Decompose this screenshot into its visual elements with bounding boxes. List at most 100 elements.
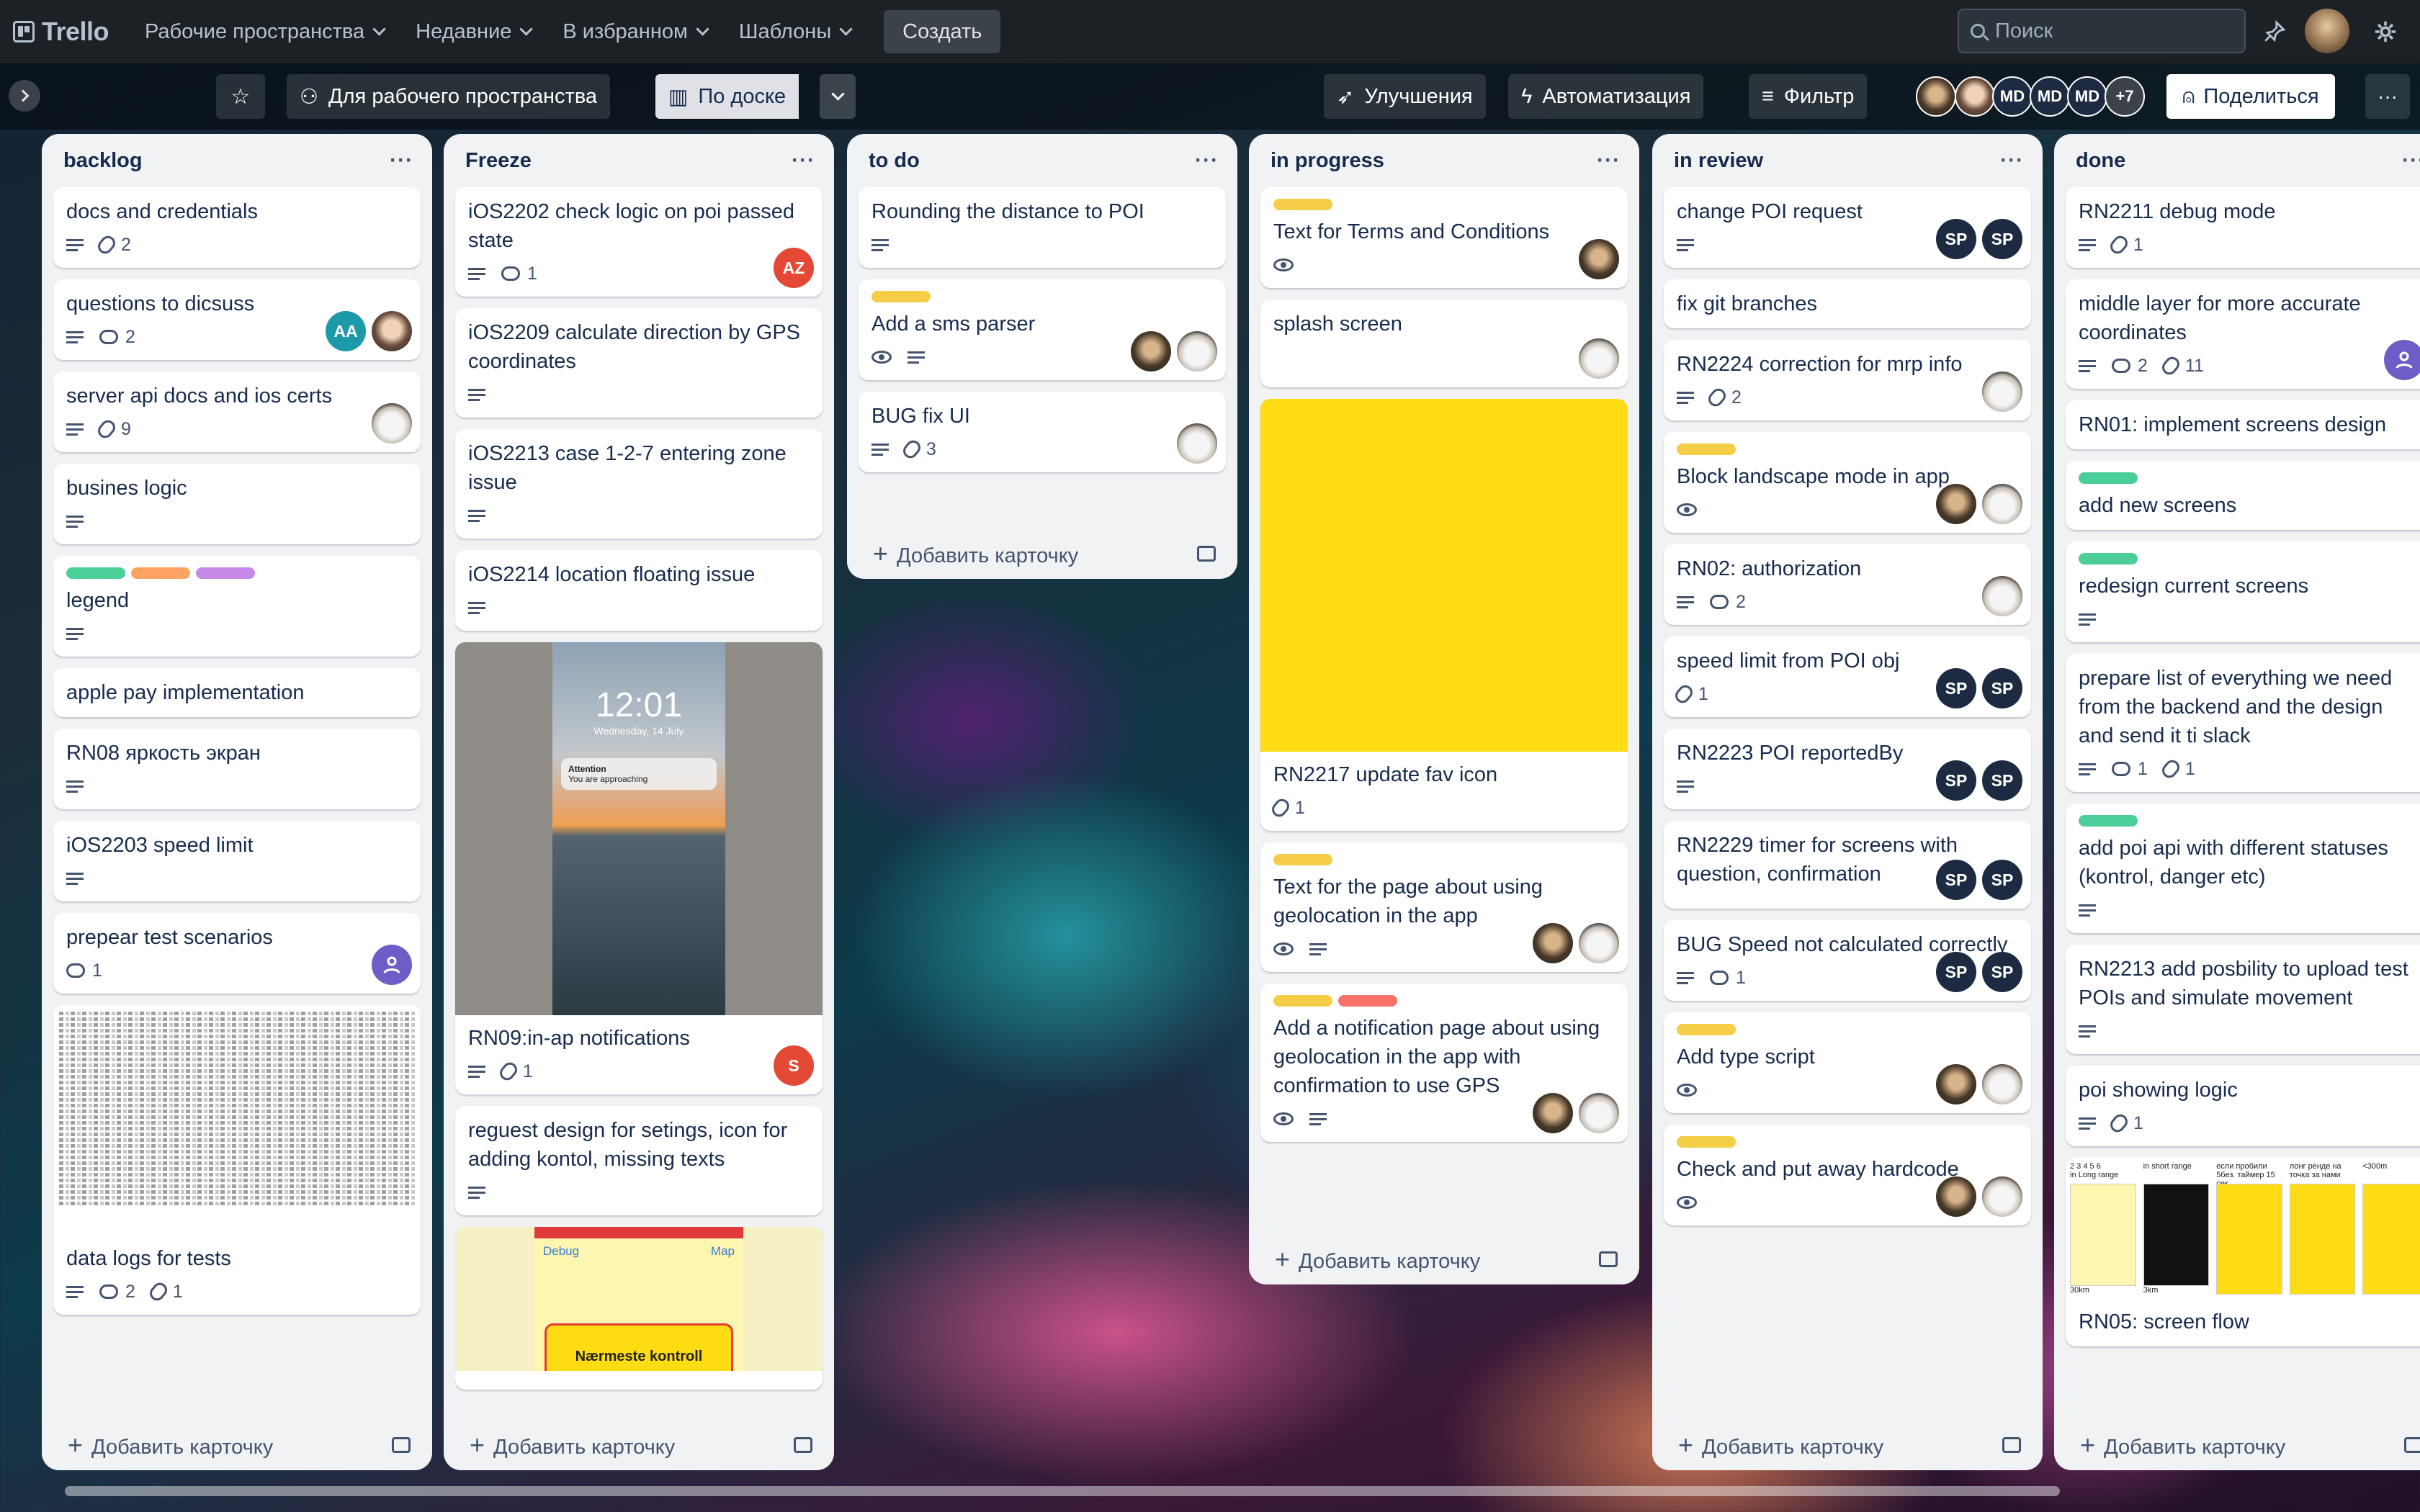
- card[interactable]: server api docs and ios certs 9: [53, 372, 421, 452]
- card[interactable]: iOS2203 speed limit: [53, 821, 421, 901]
- list-title[interactable]: done: [2076, 149, 2125, 173]
- settings-gear-icon[interactable]: [2370, 16, 2401, 48]
- card[interactable]: Block landscape mode in app: [1664, 432, 2031, 533]
- card[interactable]: busines logic: [53, 464, 421, 544]
- member-avatar[interactable]: [372, 403, 412, 444]
- horizontal-scrollbar[interactable]: [65, 1486, 2060, 1496]
- card[interactable]: RN2213 add posbility to upload test POIs…: [2066, 945, 2420, 1054]
- add-card-button[interactable]: + Добавить карточку: [42, 1420, 432, 1470]
- member-avatar[interactable]: [1936, 1176, 1976, 1217]
- list-title[interactable]: Freeze: [465, 149, 532, 173]
- card[interactable]: Check and put away hardcode: [1664, 1125, 2031, 1225]
- card-template-icon[interactable]: [392, 1437, 411, 1453]
- card[interactable]: prepare list of everything we need from …: [2066, 654, 2420, 792]
- trello-logo[interactable]: Trello: [13, 17, 109, 47]
- member-avatar[interactable]: [1982, 1176, 2022, 1217]
- label-purple[interactable]: [196, 567, 255, 579]
- card[interactable]: iOS2202 check logic on poi passed state 1…: [455, 187, 823, 297]
- label-green[interactable]: [2079, 553, 2138, 564]
- card[interactable]: add new screens: [2066, 461, 2420, 530]
- card[interactable]: docs and credentials 2: [53, 187, 421, 268]
- card[interactable]: Add a notification page about using geol…: [1260, 984, 1628, 1142]
- card[interactable]: fix git branches: [1664, 279, 2031, 328]
- card[interactable]: prepear test scenarios 1: [53, 913, 421, 994]
- card[interactable]: RN2229 timer for screens with question, …: [1664, 821, 2031, 909]
- card[interactable]: RN01: implement screens design: [2066, 400, 2420, 449]
- view-switcher-dropdown[interactable]: [820, 74, 856, 119]
- card[interactable]: RN02: authorization 2: [1664, 544, 2031, 625]
- card[interactable]: questions to dicsuss 2 AA: [53, 279, 421, 360]
- members-more-count[interactable]: +7: [2105, 76, 2145, 117]
- workspace-visibility-button[interactable]: ⚇ Для рабочего пространства: [287, 74, 611, 119]
- label-yellow[interactable]: [1677, 1024, 1736, 1035]
- nav-templates[interactable]: Шаблоны: [723, 10, 866, 53]
- list-title[interactable]: in review: [1674, 149, 1763, 173]
- label-orange[interactable]: [131, 567, 190, 579]
- member-avatar-md[interactable]: MD: [2030, 76, 2070, 117]
- member-avatar[interactable]: [1982, 1064, 2022, 1104]
- card[interactable]: RN2217 update fav icon 1: [1260, 399, 1628, 831]
- card[interactable]: splash screen: [1260, 300, 1628, 387]
- list-title[interactable]: backlog: [63, 149, 143, 173]
- filter-button[interactable]: ≡ Фильтр: [1749, 74, 1868, 119]
- member-avatar[interactable]: [1579, 1093, 1619, 1133]
- label-yellow[interactable]: [1273, 995, 1332, 1007]
- automation-button[interactable]: ϟ Автоматизация: [1508, 74, 1704, 119]
- label-red[interactable]: [1338, 995, 1397, 1007]
- card-template-icon[interactable]: [1599, 1251, 1618, 1267]
- list-menu-more-icon[interactable]: ···: [390, 148, 413, 173]
- card[interactable]: redesign current screens: [2066, 541, 2420, 642]
- card[interactable]: Add a sms parser: [859, 279, 1226, 380]
- create-button[interactable]: Создать: [884, 10, 1001, 53]
- member-avatar[interactable]: [1177, 331, 1217, 372]
- member-avatar[interactable]: [1579, 239, 1619, 279]
- member-avatar[interactable]: [1936, 484, 1976, 524]
- card[interactable]: iOS2214 location floating issue: [455, 550, 823, 631]
- member-avatar[interactable]: [1533, 923, 1573, 963]
- card[interactable]: middle layer for more accurate coordinat…: [2066, 279, 2420, 389]
- card[interactable]: Text for the page about using geolocatio…: [1260, 842, 1628, 972]
- list-menu-more-icon[interactable]: ···: [2402, 148, 2420, 173]
- member-avatar-md[interactable]: MD: [2067, 76, 2107, 117]
- label-green[interactable]: [66, 567, 125, 579]
- label-yellow[interactable]: [1677, 444, 1736, 455]
- card-template-icon[interactable]: [2404, 1437, 2420, 1453]
- list-title[interactable]: in progress: [1270, 149, 1384, 173]
- card[interactable]: RN2224 correction for mrp info 2: [1664, 340, 2031, 420]
- notifications-icon[interactable]: [2259, 16, 2290, 48]
- search-input[interactable]: Поиск: [1958, 9, 2246, 53]
- member-avatar[interactable]: [1936, 1064, 1976, 1104]
- member-avatar[interactable]: SP: [1936, 952, 1976, 992]
- card[interactable]: 12:01 Wednesday, 14 July Attention You are …: [455, 642, 823, 1094]
- card[interactable]: RN08 яркость экран: [53, 729, 421, 809]
- member-avatar[interactable]: AA: [326, 311, 366, 351]
- list-title[interactable]: to do: [869, 149, 920, 173]
- member-avatar[interactable]: [1131, 331, 1171, 372]
- member-avatar[interactable]: S: [774, 1045, 814, 1086]
- label-yellow[interactable]: [871, 291, 931, 302]
- member-avatar[interactable]: SP: [1936, 668, 1976, 708]
- nav-recent[interactable]: Недавние: [400, 10, 547, 53]
- member-avatar[interactable]: [1982, 576, 2022, 616]
- member-avatar[interactable]: [2384, 340, 2420, 380]
- account-avatar[interactable]: [2305, 9, 2349, 53]
- card[interactable]: speed limit from POI obj 1 SP SP: [1664, 636, 2031, 717]
- card[interactable]: poi showing logic 1: [2066, 1066, 2420, 1146]
- add-card-button[interactable]: + Добавить карточку: [1652, 1420, 2043, 1470]
- member-avatar[interactable]: [1982, 484, 2022, 524]
- member-avatar[interactable]: [372, 311, 412, 351]
- card[interactable]: RN2223 POI reportedBy SP SP: [1664, 729, 2031, 809]
- expand-sidebar-button[interactable]: [9, 80, 40, 112]
- card[interactable]: Add type script: [1664, 1012, 2031, 1113]
- card[interactable]: change POI request SP SP: [1664, 187, 2031, 268]
- share-button[interactable]: ⍝ Поделиться: [2166, 74, 2335, 119]
- card-template-icon[interactable]: [2002, 1437, 2021, 1453]
- list-menu-more-icon[interactable]: ···: [2000, 148, 2024, 173]
- member-avatar[interactable]: [372, 945, 412, 985]
- board-view-button[interactable]: ▥ По доске: [655, 74, 799, 119]
- card[interactable]: BUG Speed not calculated correctly 1 SP SP: [1664, 920, 2031, 1001]
- label-yellow[interactable]: [1273, 199, 1332, 210]
- add-card-button[interactable]: + Добавить карточку: [1249, 1234, 1639, 1284]
- card[interactable]: 2 3 4 5 6 in Long range 30km in short range…: [2066, 1158, 2420, 1346]
- member-avatar[interactable]: SP: [1982, 760, 2022, 801]
